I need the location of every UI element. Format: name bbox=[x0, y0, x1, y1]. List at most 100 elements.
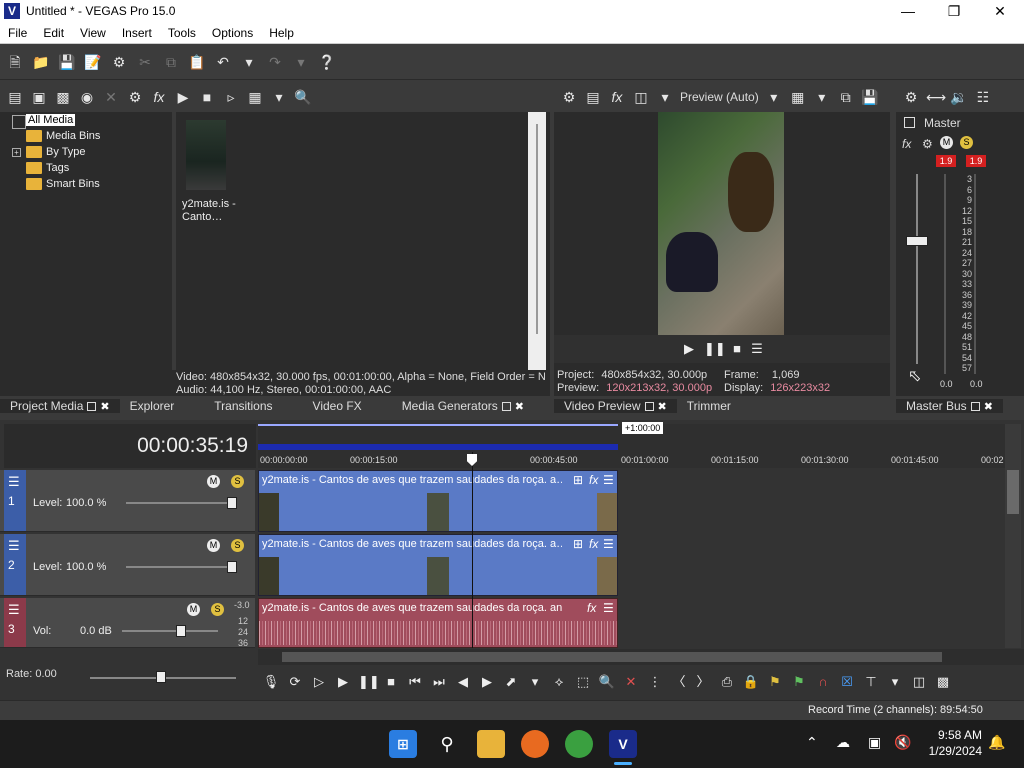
tree-item-all-media[interactable]: All Media bbox=[26, 114, 76, 126]
save-icon[interactable]: 💾 bbox=[58, 53, 76, 71]
search-icon[interactable]: 🔍 bbox=[294, 88, 312, 106]
tree-item-tags[interactable]: Tags bbox=[26, 162, 69, 174]
split-screen-icon[interactable]: ◫ bbox=[632, 88, 650, 106]
dim-output-icon[interactable]: 🔉 bbox=[950, 88, 968, 106]
mixer-settings-icon[interactable]: ☷ bbox=[974, 88, 992, 106]
undo-icon[interactable]: ↶ bbox=[214, 53, 232, 71]
volume-slider[interactable] bbox=[122, 630, 218, 632]
pause-icon[interactable]: ❚❚ bbox=[358, 673, 380, 691]
close-icon[interactable]: ✖ bbox=[658, 400, 667, 413]
menu-insert[interactable]: Insert bbox=[114, 26, 160, 40]
mute-icon[interactable]: M bbox=[940, 136, 953, 149]
volume-slider-knob[interactable] bbox=[176, 625, 186, 637]
tab-project-media[interactable]: Project Media ✖ bbox=[0, 399, 120, 413]
overlays-dropdown-icon[interactable]: ▾ bbox=[813, 88, 831, 106]
stop-icon[interactable]: ■ bbox=[382, 673, 400, 691]
edit-tool-dropdown-icon[interactable]: ▾ bbox=[526, 673, 544, 691]
import-media-icon[interactable]: ▤ bbox=[6, 88, 24, 106]
video-event-2[interactable]: y2mate.is - Cantos de aves que trazem sa… bbox=[258, 534, 618, 596]
file-explorer-icon[interactable] bbox=[477, 730, 505, 758]
redo-icon[interactable]: ↷ bbox=[266, 53, 284, 71]
preview-quality-dropdown-icon[interactable]: ▾ bbox=[765, 88, 783, 106]
timeline-hscrollbar[interactable] bbox=[258, 649, 1024, 665]
clock-date[interactable]: 1/29/2024 bbox=[918, 744, 982, 758]
undo-dropdown-icon[interactable]: ▾ bbox=[240, 53, 258, 71]
loop-region-bar[interactable] bbox=[258, 444, 618, 450]
views-dropdown-icon[interactable]: ▾ bbox=[270, 88, 288, 106]
splitter[interactable] bbox=[172, 112, 176, 370]
tab-video-preview[interactable]: Video Preview ✖ bbox=[554, 399, 677, 413]
event-pan-crop-icon[interactable]: ⊞ bbox=[573, 537, 583, 551]
track-menu-icon[interactable]: ☰ bbox=[8, 602, 20, 618]
solo-icon[interactable]: S bbox=[960, 136, 973, 149]
clock-time[interactable]: 9:58 AM bbox=[922, 728, 982, 742]
copy-icon[interactable]: ⧉ bbox=[162, 53, 180, 71]
downmix-icon[interactable]: ⟷ bbox=[926, 88, 946, 106]
tab-transitions[interactable]: Transitions bbox=[204, 399, 282, 413]
chrome-icon[interactable] bbox=[565, 730, 593, 758]
lock-icon[interactable]: 🔒 bbox=[742, 673, 760, 691]
undock-icon[interactable] bbox=[501, 401, 511, 411]
ripple-edit-icon[interactable]: ⊤ bbox=[862, 673, 880, 691]
stop-icon[interactable]: ■ bbox=[728, 340, 746, 358]
get-media-web-icon[interactable]: ▩ bbox=[54, 88, 72, 106]
tab-trimmer[interactable]: Trimmer bbox=[677, 399, 741, 413]
split-screen-dropdown-icon[interactable]: ▾ bbox=[656, 88, 674, 106]
preview-properties-icon[interactable]: ⚙ bbox=[560, 88, 578, 106]
tab-explorer[interactable]: Explorer bbox=[120, 399, 185, 413]
firefox-icon[interactable] bbox=[521, 730, 549, 758]
whats-this-help-icon[interactable]: ❔ bbox=[318, 53, 336, 71]
windows-start-icon[interactable]: ⊞ bbox=[389, 730, 417, 758]
normal-edit-tool-icon[interactable]: ⬈ bbox=[502, 673, 520, 691]
properties-gear-icon[interactable]: ⚙ bbox=[110, 53, 128, 71]
level-slider[interactable] bbox=[126, 502, 236, 504]
delete-icon[interactable]: ✕ bbox=[102, 88, 120, 106]
event-menu-icon[interactable]: ☰ bbox=[603, 473, 614, 487]
level-slider-knob[interactable] bbox=[227, 561, 237, 573]
trim-end-icon[interactable]: 〉 bbox=[694, 673, 712, 691]
mute-icon[interactable]: M bbox=[187, 603, 200, 616]
trim-start-icon[interactable]: 〈 bbox=[670, 673, 688, 691]
tab-video-fx[interactable]: Video FX bbox=[303, 399, 372, 413]
media-properties-icon[interactable]: ⚙ bbox=[126, 88, 144, 106]
ripple-dropdown-icon[interactable]: ▾ bbox=[886, 673, 904, 691]
save-snapshot-icon[interactable]: 💾 bbox=[861, 88, 879, 106]
save-as-icon[interactable]: 📝 bbox=[84, 53, 102, 71]
next-frame-icon[interactable]: ▶ bbox=[478, 673, 496, 691]
go-to-end-icon[interactable]: ⏭ bbox=[430, 673, 448, 691]
level-slider[interactable] bbox=[126, 566, 236, 568]
play-from-start-icon[interactable]: ▷ bbox=[310, 673, 328, 691]
auto-preview-icon[interactable]: ▹ bbox=[222, 88, 240, 106]
track-header-1[interactable]: ☰ 1 M S Level: 100.0 % bbox=[0, 470, 255, 532]
close-icon[interactable]: ✖ bbox=[100, 400, 109, 413]
audio-event-3[interactable]: y2mate.is - Cantos de aves que trazem sa… bbox=[258, 598, 618, 648]
tab-master-bus[interactable]: Master Bus ✖ bbox=[896, 399, 1003, 413]
event-fx-icon[interactable]: fx bbox=[587, 601, 596, 615]
track-header-3[interactable]: ☰ 3 M S Vol: 0.0 dB -3.0 12 24 36 bbox=[0, 598, 255, 648]
overlays-grid-icon[interactable]: ▦ bbox=[789, 88, 807, 106]
play-icon[interactable]: ▶ bbox=[174, 88, 192, 106]
rate-slider-knob[interactable] bbox=[156, 671, 166, 683]
event-fx-icon[interactable]: fx bbox=[589, 537, 598, 551]
level-slider-knob[interactable] bbox=[227, 497, 237, 509]
minimize-button[interactable]: — bbox=[885, 0, 931, 22]
envelope-tool-icon[interactable]: ⟡ bbox=[550, 673, 568, 691]
zoom-tool-icon[interactable]: 🔍 bbox=[598, 673, 616, 691]
media-fx-icon[interactable]: fx bbox=[150, 88, 168, 106]
selection-tool-icon[interactable]: ⬚ bbox=[574, 673, 592, 691]
solo-icon[interactable]: S bbox=[231, 475, 244, 488]
close-icon[interactable]: ✖ bbox=[984, 400, 993, 413]
tree-item-media-bins[interactable]: Media Bins bbox=[26, 130, 100, 142]
tree-item-by-type[interactable]: By Type bbox=[26, 146, 86, 158]
event-menu-icon[interactable]: ☰ bbox=[603, 537, 614, 551]
lock-envelopes-icon[interactable]: ◫ bbox=[910, 673, 928, 691]
automation-gear-icon[interactable]: ⚙ bbox=[922, 137, 933, 151]
menu-tools[interactable]: Tools bbox=[160, 26, 204, 40]
menu-options[interactable]: Options bbox=[204, 26, 261, 40]
tab-media-generators[interactable]: Media Generators ✖ bbox=[392, 399, 534, 413]
master-fader-track[interactable] bbox=[916, 174, 918, 364]
paste-icon[interactable]: 📋 bbox=[188, 53, 206, 71]
new-project-icon[interactable]: 🗎 bbox=[6, 53, 24, 71]
timeline-vscrollbar[interactable] bbox=[1005, 424, 1021, 648]
mixer-properties-icon[interactable]: ⚙ bbox=[902, 88, 920, 106]
